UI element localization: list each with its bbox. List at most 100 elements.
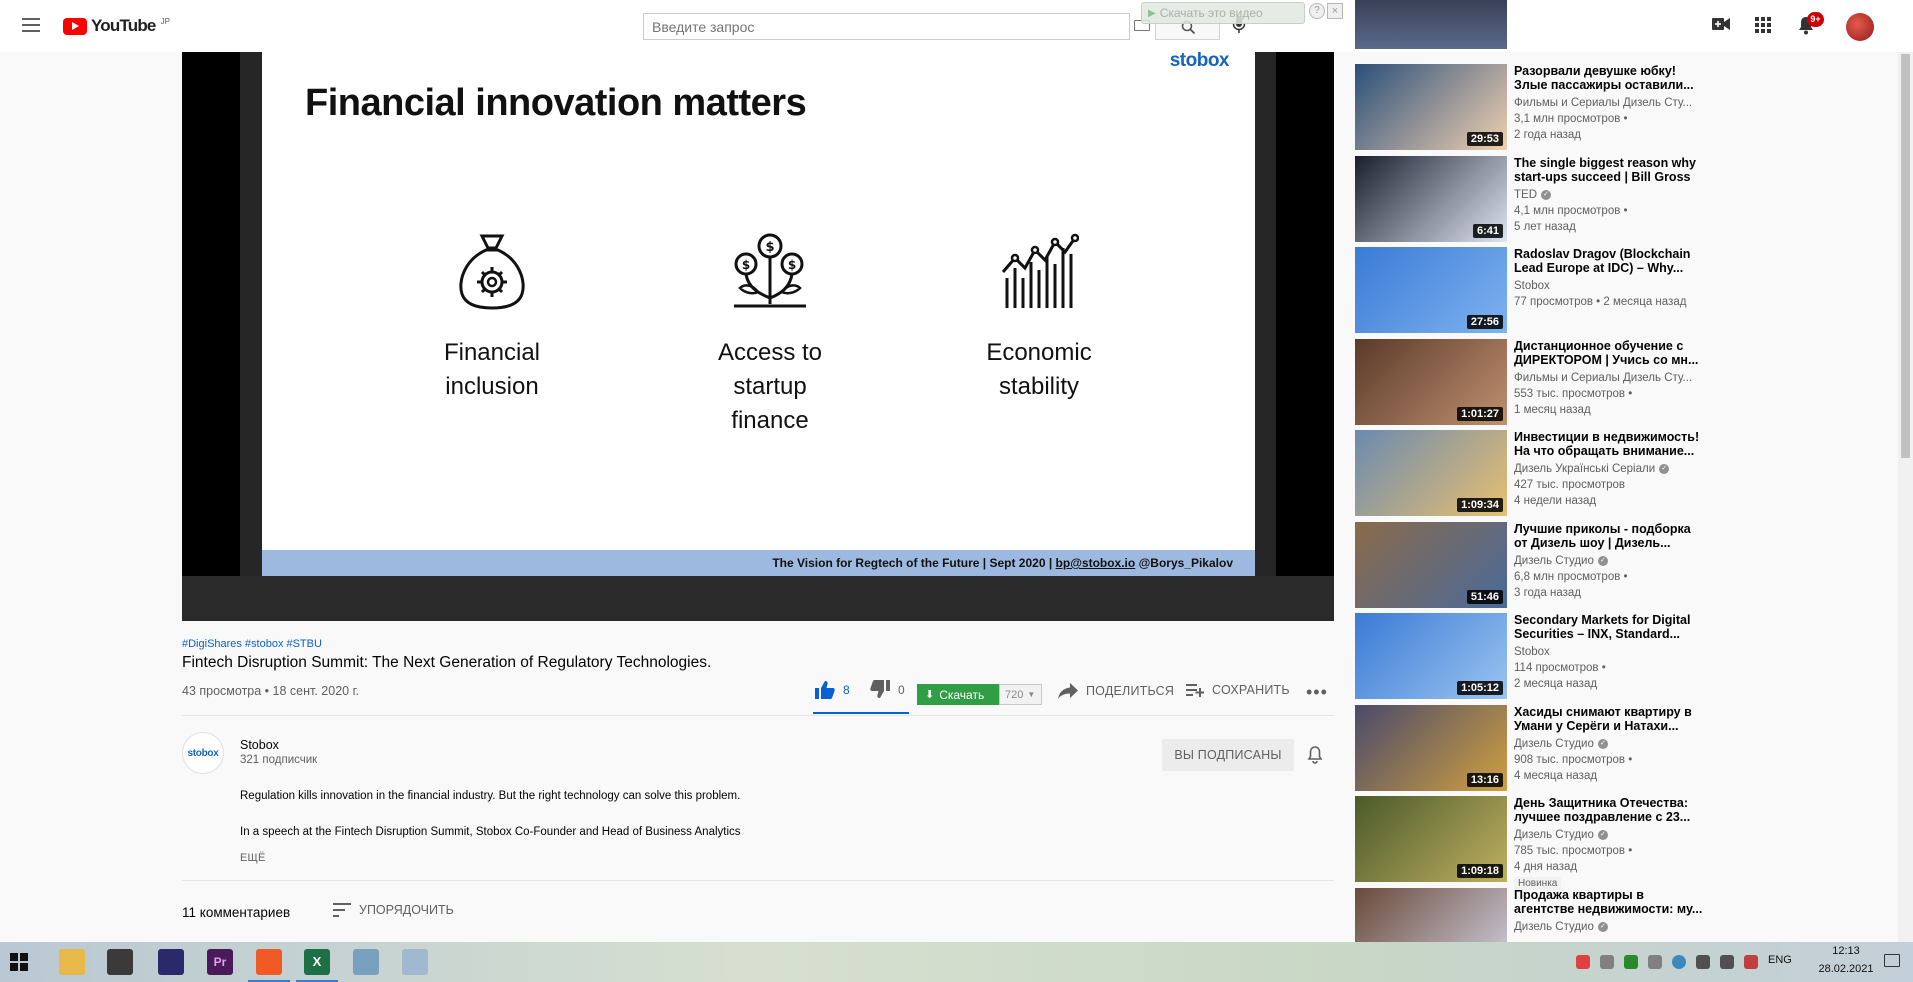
channel-notification-bell-icon[interactable] [1307, 745, 1323, 769]
tray-icon[interactable] [1672, 955, 1686, 969]
download-button[interactable]: ⬇ Скачать [917, 684, 999, 705]
download-label: Скачать [939, 687, 985, 702]
language-indicator[interactable]: ENG [1768, 954, 1792, 966]
recommendation-item[interactable]: 13:16 Хасиды снимают квартиру в Умани у С… [1354, 704, 1894, 791]
tray-icon[interactable] [1600, 955, 1614, 969]
youtube-logo[interactable]: YouTube JP [63, 16, 170, 36]
recommendation-title[interactable]: Лучшие приколы - подборка от Дизель шоу … [1514, 522, 1704, 550]
hashtag-link[interactable]: #STBU [286, 638, 321, 650]
recommendation-thumbnail[interactable]: 29:53 [1355, 64, 1507, 150]
channel-name[interactable]: Stobox [240, 738, 279, 752]
channel-avatar[interactable]: stobox [182, 732, 224, 774]
recommendation-item[interactable]: 1:01:27 Дистанционное обучение с ДИРЕКТОР… [1354, 338, 1894, 425]
tray-icon[interactable] [1744, 955, 1758, 969]
windows-start-icon[interactable] [10, 953, 28, 971]
sort-comments-button[interactable]: УПОРЯДОЧИТЬ [333, 903, 454, 917]
paint-icon[interactable] [402, 949, 428, 975]
recommendation-channel[interactable]: Дизель Студио ✓ [1514, 555, 1704, 567]
share-label: ПОДЕЛИТЬСЯ [1086, 684, 1175, 698]
video-player[interactable]: Financial innovation matters stobox Fina… [182, 52, 1334, 621]
download-video-overlay[interactable]: ▶ Скачать это видео [1141, 2, 1305, 24]
coin-plant-icon: $ $ $ [734, 233, 806, 308]
menu-icon[interactable] [22, 18, 40, 32]
app-icon[interactable] [353, 949, 379, 975]
recommendation-thumbnail[interactable]: 1:05:12 [1355, 613, 1507, 699]
hashtag-link[interactable]: #DigiShares [182, 638, 242, 650]
svg-text:$: $ [788, 258, 796, 272]
quality-select[interactable]: 720 ▼ [999, 684, 1042, 705]
recommendation-title[interactable]: Продажа квартиры в агентстве недвижимост… [1514, 888, 1704, 916]
recommendation-item[interactable]: 27:56 Radoslav Dragov (Blockchain Lead Eu… [1354, 247, 1894, 333]
store-icon[interactable] [107, 949, 133, 975]
recommendation-channel[interactable]: Дизель Українські Серіали ✓ [1514, 463, 1704, 475]
video-duration: 27:56 [1466, 315, 1503, 329]
recommendation-title[interactable]: Radoslav Dragov (Blockchain Lead Europe … [1514, 247, 1704, 275]
file-explorer-icon[interactable] [59, 949, 85, 975]
recommendation-title[interactable]: Secondary Markets for Digital Securities… [1514, 613, 1704, 641]
play-icon: ▶ [1148, 7, 1156, 19]
excel-icon[interactable]: X [296, 949, 338, 982]
tray-icon[interactable] [1576, 955, 1590, 969]
channel-name: Дизель Студио [1514, 737, 1594, 750]
recommendation-item[interactable]: 29:53 Разорвали девушке юбку! Злые пассаж… [1354, 64, 1894, 150]
recommendation-thumbnail[interactable]: 1:09:18 [1355, 796, 1507, 882]
recommendation-thumbnail[interactable]: 1:09:34 [1355, 430, 1507, 516]
svg-text:$: $ [765, 240, 774, 255]
clock-time[interactable]: 12:13 [1818, 945, 1874, 957]
recommendation-title[interactable]: Инвестиции в недвижимость! На что обраща… [1514, 430, 1704, 458]
recommendation-channel[interactable]: TED ✓ [1514, 189, 1704, 201]
download-arrow-icon: ⬇ [925, 689, 935, 701]
app-icon[interactable] [158, 949, 184, 975]
recommendation-thumbnail[interactable]: 6:41 [1355, 155, 1507, 242]
recommendation-title[interactable]: Разорвали девушке юбку! Злые пассажиры о… [1514, 64, 1704, 92]
brave-browser-icon[interactable] [248, 949, 290, 982]
search-input[interactable] [644, 14, 1129, 39]
comments-count: 11 комментариев [182, 905, 291, 920]
hashtag-link[interactable]: #stobox [245, 638, 284, 650]
recommendation-channel[interactable]: Дизель Студио ✓ [1514, 738, 1704, 750]
more-actions-icon[interactable]: ••• [1306, 683, 1328, 701]
recommendation-thumbnail[interactable]: 51:46 [1355, 521, 1507, 608]
recommendation-channel[interactable]: Фильмы и Сериалы Дизель Сту... [1514, 97, 1704, 109]
clock-date[interactable]: 28.02.2021 [1818, 963, 1874, 975]
recommendation-item[interactable]: 1:09:18 День Защитника Отечества: лучшее … [1354, 796, 1894, 890]
share-button[interactable]: ПОДЕЛИТЬСЯ [1058, 683, 1174, 699]
recommendation-thumbnail[interactable]: 27:56 [1355, 247, 1507, 333]
recommendation-title[interactable]: Дистанционное обучение с ДИРЕКТОРОМ | Уч… [1514, 339, 1704, 367]
action-center-icon[interactable] [1884, 954, 1900, 967]
recommendation-item-partial[interactable] [1354, 0, 1894, 49]
dislike-button[interactable]: 0 [870, 680, 905, 699]
close-icon[interactable]: × [1327, 3, 1343, 19]
volume-icon[interactable] [1720, 955, 1734, 969]
recommendation-channel[interactable]: Фильмы и Сериалы Дизель Сту... [1514, 372, 1704, 384]
recommendation-channel[interactable]: Дизель Студио ✓ [1514, 829, 1704, 841]
recommendation-item[interactable]: 1:09:34 Инвестиции в недвижимость! На что… [1354, 430, 1894, 516]
recommendation-channel[interactable]: Stobox [1514, 646, 1704, 658]
recommendation-item[interactable]: Продажа квартиры в агентстве недвижимост… [1354, 887, 1894, 942]
chart-growth-icon [1001, 233, 1079, 308]
show-more-button[interactable]: ЕЩЁ [240, 852, 266, 864]
recommendation-channel[interactable]: Stobox [1514, 280, 1704, 292]
recommendation-title[interactable]: День Защитника Отечества: лучшее поздрав… [1514, 796, 1704, 824]
recommendation-thumbnail[interactable] [1355, 887, 1507, 942]
nvidia-tray-icon[interactable] [1624, 955, 1638, 969]
recommendation-thumbnail[interactable]: 1:01:27 [1355, 338, 1507, 425]
recommendation-item[interactable]: 51:46 Лучшие приколы - подборка от Дизель… [1354, 521, 1894, 608]
recommendation-item[interactable]: 6:41 The single biggest reason why start-… [1354, 155, 1894, 242]
recommendation-thumbnail[interactable]: 13:16 [1355, 704, 1507, 791]
recommendation-channel[interactable]: Дизель Студио ✓ [1514, 921, 1704, 933]
recommendation-views: 77 просмотров • 2 месяца назад [1514, 296, 1687, 308]
network-icon[interactable] [1696, 955, 1710, 969]
help-icon[interactable]: ? [1309, 3, 1325, 19]
save-button[interactable]: СОХРАНИТЬ [1186, 683, 1290, 697]
scrollbar-thumb[interactable] [1901, 54, 1910, 458]
premiere-icon[interactable]: Pr [207, 949, 233, 975]
recommendation-title[interactable]: Хасиды снимают квартиру в Умани у Серёги… [1514, 705, 1704, 733]
like-button[interactable]: 8 [815, 680, 850, 699]
recommendation-item[interactable]: 1:05:12 Secondary Markets for Digital Sec… [1354, 613, 1894, 699]
recommendations-sidebar: 29:53 Разорвали девушке юбку! Злые пассаж… [1354, 0, 1894, 942]
recommendation-title[interactable]: The single biggest reason why start-ups … [1514, 156, 1704, 184]
subscribed-button[interactable]: ВЫ ПОДПИСАНЫ [1162, 739, 1294, 771]
tray-icon[interactable] [1648, 955, 1662, 969]
recommendation-age: 2 года назад [1514, 129, 1581, 141]
